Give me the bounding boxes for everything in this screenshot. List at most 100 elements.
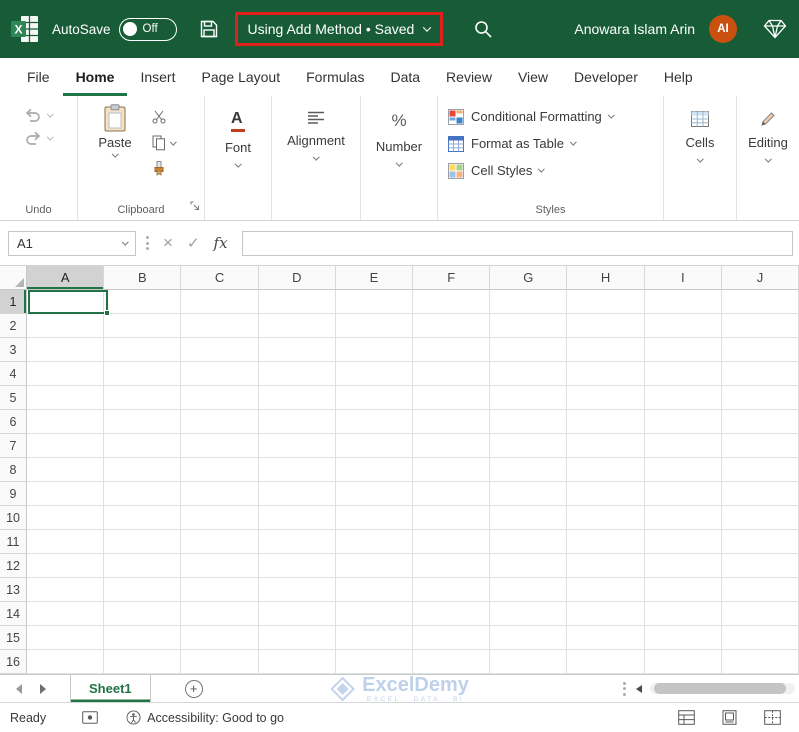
cell-J1[interactable] (721, 290, 799, 314)
column-header-C[interactable]: C (181, 266, 259, 290)
cell-B11[interactable] (104, 530, 182, 554)
cell-H4[interactable] (567, 362, 645, 386)
row-header-2[interactable]: 2 (0, 314, 28, 338)
cell-styles-button[interactable]: Cell Styles (448, 158, 663, 183)
column-header-D[interactable]: D (258, 266, 336, 290)
cell-G3[interactable] (490, 338, 568, 362)
cell-F16[interactable] (413, 650, 491, 674)
cell-B16[interactable] (104, 650, 182, 674)
normal-view-icon[interactable] (678, 710, 695, 725)
cell-B4[interactable] (104, 362, 182, 386)
cell-B7[interactable] (104, 434, 182, 458)
add-sheet-button[interactable]: + (184, 679, 203, 698)
cell-H15[interactable] (567, 626, 645, 650)
row-header-11[interactable]: 11 (0, 530, 28, 554)
cell-H5[interactable] (567, 386, 645, 410)
row-header-1[interactable]: 1 (0, 290, 28, 314)
cut-button[interactable] (152, 106, 176, 128)
menu-tab-review[interactable]: Review (433, 58, 505, 96)
cell-C8[interactable] (181, 458, 259, 482)
cell-J14[interactable] (721, 602, 799, 626)
cell-I5[interactable] (644, 386, 722, 410)
sheet-nav-left-icon[interactable] (16, 683, 22, 694)
cell-E10[interactable] (335, 506, 414, 530)
document-title-button[interactable]: Using Add Method • Saved (238, 15, 441, 43)
cell-I13[interactable] (644, 578, 722, 602)
cell-I16[interactable] (644, 650, 722, 674)
sheet-nav-right-icon[interactable] (40, 683, 46, 694)
search-icon[interactable] (473, 19, 493, 39)
sheet-bar-splitter[interactable] (623, 681, 626, 696)
cell-H1[interactable] (567, 290, 645, 314)
fill-handle[interactable] (104, 310, 110, 316)
format-as-table-button[interactable]: Format as Table (448, 131, 663, 156)
cell-J15[interactable] (721, 626, 799, 650)
cell-D16[interactable] (258, 650, 336, 674)
cell-J5[interactable] (721, 386, 799, 410)
cell-D15[interactable] (258, 626, 336, 650)
cell-D5[interactable] (258, 386, 336, 410)
formula-input[interactable] (241, 230, 793, 256)
cell-F11[interactable] (413, 530, 491, 554)
cell-B15[interactable] (104, 626, 182, 650)
column-header-E[interactable]: E (335, 266, 414, 290)
menu-tab-developer[interactable]: Developer (561, 58, 651, 96)
cell-I1[interactable] (644, 290, 722, 314)
row-header-9[interactable]: 9 (0, 482, 28, 506)
cell-E8[interactable] (335, 458, 414, 482)
cell-I12[interactable] (644, 554, 722, 578)
cell-A3[interactable] (27, 338, 105, 362)
row-header-7[interactable]: 7 (0, 434, 28, 458)
row-header-10[interactable]: 10 (0, 506, 28, 530)
column-header-H[interactable]: H (567, 266, 645, 290)
column-header-A[interactable]: A (27, 266, 105, 290)
cell-H12[interactable] (567, 554, 645, 578)
cell-A8[interactable] (27, 458, 105, 482)
cell-B1[interactable] (104, 290, 182, 314)
row-header-14[interactable]: 14 (0, 602, 28, 626)
avatar[interactable]: AI (709, 15, 737, 43)
cell-B14[interactable] (104, 602, 182, 626)
cell-G15[interactable] (490, 626, 568, 650)
cell-I7[interactable] (644, 434, 722, 458)
undo-button[interactable] (24, 108, 54, 122)
column-header-J[interactable]: J (721, 266, 799, 290)
cell-J2[interactable] (721, 314, 799, 338)
row-header-12[interactable]: 12 (0, 554, 28, 578)
cell-F15[interactable] (413, 626, 491, 650)
cell-E1[interactable] (335, 290, 414, 314)
cell-A11[interactable] (27, 530, 105, 554)
row-header-13[interactable]: 13 (0, 578, 28, 602)
cell-F6[interactable] (413, 410, 491, 434)
cell-B3[interactable] (104, 338, 182, 362)
cell-B9[interactable] (104, 482, 182, 506)
cell-I11[interactable] (644, 530, 722, 554)
cell-E11[interactable] (335, 530, 414, 554)
cell-J10[interactable] (721, 506, 799, 530)
cell-I15[interactable] (644, 626, 722, 650)
cell-A16[interactable] (27, 650, 105, 674)
macro-record-icon[interactable] (82, 711, 98, 724)
save-icon[interactable] (199, 19, 219, 39)
accessibility-status[interactable]: Accessibility: Good to go (126, 710, 284, 725)
row-header-15[interactable]: 15 (0, 626, 28, 650)
column-header-G[interactable]: G (490, 266, 568, 290)
cell-I6[interactable] (644, 410, 722, 434)
conditional-formatting-button[interactable]: Conditional Formatting (448, 104, 663, 129)
cancel-icon[interactable]: × (163, 233, 173, 253)
cell-B2[interactable] (104, 314, 182, 338)
cell-E5[interactable] (335, 386, 414, 410)
column-header-B[interactable]: B (104, 266, 182, 290)
page-layout-view-icon[interactable] (721, 710, 738, 725)
cell-D11[interactable] (258, 530, 336, 554)
cell-B13[interactable] (104, 578, 182, 602)
cell-E4[interactable] (335, 362, 414, 386)
cell-I10[interactable] (644, 506, 722, 530)
cell-C3[interactable] (181, 338, 259, 362)
cell-F7[interactable] (413, 434, 491, 458)
cell-H10[interactable] (567, 506, 645, 530)
enter-icon[interactable]: ✓ (187, 234, 200, 252)
ribbon-group-cells[interactable]: Cells (664, 96, 737, 220)
cell-D1[interactable] (258, 290, 336, 314)
cell-G14[interactable] (490, 602, 568, 626)
